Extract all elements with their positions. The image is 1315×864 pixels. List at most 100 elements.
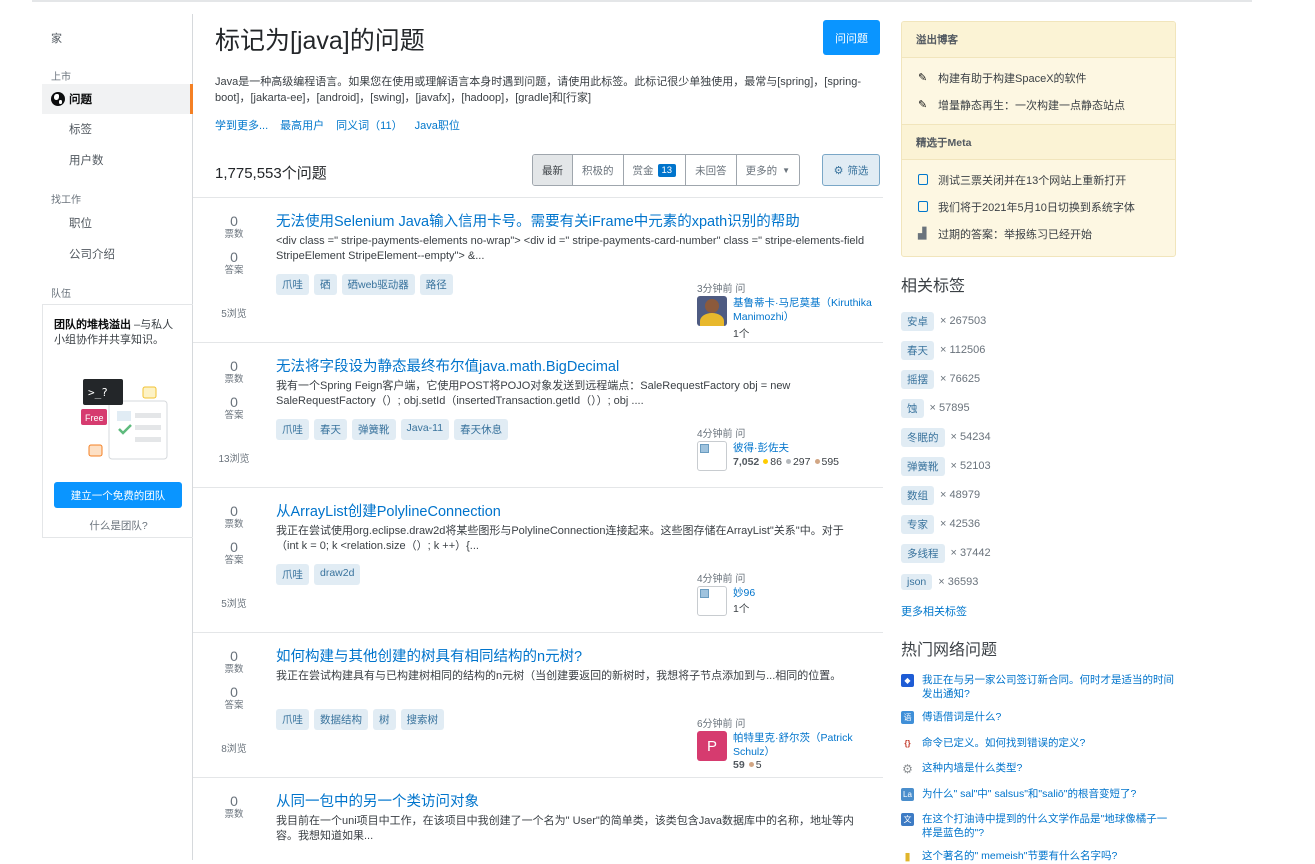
teams-promo-text: 团队的堆栈溢出 –与私人小组协作并共享知识。 (54, 318, 182, 348)
tag-link[interactable]: 爪哇 (276, 419, 309, 440)
question-title-link[interactable]: 如何构建与其他创建的树具有相同结构的n元树? (276, 645, 582, 666)
tab-more[interactable]: 更多的 ▼ (737, 155, 799, 185)
java-jobs-link[interactable]: Java职位 (415, 120, 460, 132)
tag-link[interactable]: 爪哇 (276, 564, 309, 585)
tag-link[interactable]: 爪哇 (276, 274, 309, 295)
tag-link[interactable]: 专家 (901, 514, 934, 534)
more-related-tags-link[interactable]: 更多相关标签 (901, 603, 967, 619)
vote-count: 0 (230, 648, 238, 664)
tag-link[interactable]: 数组 (901, 485, 934, 505)
nav-companies[interactable]: 公司介绍 (42, 239, 193, 269)
blog-header: 溢出博客 (902, 22, 1175, 58)
view-count: 5浏览 (221, 599, 247, 610)
hot-question-text: 这个著名的" memeish"节要有什么名字吗? (922, 850, 1118, 862)
related-tag-row: 弹簧靴 × 52103 (901, 456, 991, 476)
tag-link[interactable]: 多线程 (901, 543, 945, 563)
learn-more-link[interactable]: 学到更多... (215, 120, 268, 132)
filter-button[interactable]: ⚙ 筛选 (822, 154, 880, 186)
related-tag-row: 专家 × 42536 (901, 514, 980, 534)
tab-newest[interactable]: 最新 (533, 155, 573, 185)
question-title-link[interactable]: 无法使用Selenium Java输入信用卡号。需要有关iFrame中元素的xp… (276, 210, 800, 231)
tag-link[interactable]: 春天 (901, 340, 934, 360)
question-title-link[interactable]: 从同一包中的另一个类访问对象 (276, 790, 479, 811)
user-name-link[interactable]: 彼得·彭佐夫 (733, 441, 873, 455)
tag-link[interactable]: 冬眠的 (901, 427, 945, 447)
tag-link[interactable]: Java-11 (400, 419, 450, 440)
tab-bounty[interactable]: 赏金 13 (624, 155, 687, 185)
user-name-link[interactable]: 基鲁蒂卡·马尼莫基（Kiruthika Manimozhi） (733, 296, 873, 324)
site-icon: ▮ (901, 850, 914, 863)
hot-question-link[interactable]: 语傅语借词是什么? (901, 710, 1176, 724)
tag-count: × 76625 (940, 373, 981, 385)
create-team-button[interactable]: 建立一个免费的团队 (54, 482, 182, 508)
user-name-link[interactable]: 妙96 (733, 586, 873, 600)
question-title-link[interactable]: 从ArrayList创建PolylineConnection (276, 500, 501, 521)
tag-link[interactable]: 数据结构 (314, 709, 368, 730)
tag-description: Java是一种高级编程语言。如果您在使用或理解语言本身时遇到问题，请使用此标签。… (215, 76, 861, 104)
nav-section-jobs: 找工作 (51, 195, 81, 206)
tag-link[interactable]: 路径 (419, 274, 453, 295)
view-count: 8浏览 (221, 744, 247, 755)
silver-badge-count: 297 (792, 456, 811, 468)
tag-link[interactable]: 安卓 (901, 311, 934, 331)
avatar[interactable] (697, 586, 727, 616)
tag-link[interactable]: 硒web驱动器 (341, 274, 415, 295)
blog-item-label: 构建有助于构建SpaceX的软件 (938, 72, 1087, 85)
ask-question-button[interactable]: 问问题 (823, 20, 880, 55)
tag-link[interactable]: 春天休息 (454, 419, 509, 440)
hot-question-link[interactable]: ⚙ 这种内墙是什么类型? (901, 761, 1176, 776)
globe-icon (51, 92, 65, 106)
hot-question-link[interactable]: 文在这个打油诗中提到的什么文学作品是"地球像橘子一样是蓝色的"? (901, 812, 1176, 840)
tag-link[interactable]: 蚀 (901, 398, 924, 418)
nav-tags[interactable]: 标签 (42, 114, 193, 144)
site-icon: ⚙ (901, 761, 914, 776)
vote-count: 0 (230, 503, 238, 519)
related-tag-row: 多线程 × 37442 (901, 543, 991, 563)
hot-question-link[interactable]: La 为什么" sal"中" salsus"和"saliō"的根音变短了? (901, 787, 1176, 801)
meta-item[interactable]: 测试三票关闭并在13个网站上重新打开 (902, 166, 1175, 193)
meta-item[interactable]: ▟ 过期的答案：举报练习已经开始 (902, 220, 1175, 247)
tag-link[interactable]: 弹簧靴 (901, 456, 945, 476)
tab-unanswered[interactable]: 未回答 (686, 155, 737, 185)
tag-link[interactable]: 摇摆 (901, 369, 934, 389)
answer-label: 答案 (224, 410, 244, 421)
tag-link[interactable]: 弹簧靴 (352, 419, 396, 440)
hot-question-link[interactable]: ◆ 我正在与另一家公司签订新合同。何时才是适当的时间发出通知? (901, 673, 1176, 701)
tag-link[interactable]: 爪哇 (276, 709, 309, 730)
what-is-teams-link[interactable]: 什么是团队? (43, 518, 194, 533)
synonyms-link[interactable]: 同义词（11） (336, 120, 402, 132)
question-stats: 0 票数 0 答案 (193, 503, 275, 575)
tag-link[interactable]: 树 (373, 709, 396, 730)
tag-link[interactable]: 春天 (314, 419, 347, 440)
answer-label: 答案 (224, 700, 244, 711)
nav-jobs[interactable]: 职位 (42, 208, 193, 238)
user-reputation: 1个 (733, 328, 750, 340)
hot-question-link[interactable]: {} 命令已定义。如何找到错误的定义? (901, 736, 1176, 750)
view-count: 13浏览 (218, 454, 250, 465)
related-tag-row: 冬眠的 × 54234 (901, 427, 991, 447)
tag-count: × 54234 (950, 431, 991, 443)
tag-link[interactable]: draw2d (314, 564, 361, 585)
question-title-link[interactable]: 无法将字段设为静态最终布尔值java.math.BigDecimal (276, 355, 619, 376)
blog-item[interactable]: ✎ 增量静态再生：一次构建一点静态站点 (902, 91, 1175, 118)
tag-link[interactable]: json (901, 574, 933, 590)
nav-home[interactable]: 家 (51, 30, 62, 46)
nav-users[interactable]: 用户数 (42, 145, 193, 175)
answer-count: 0 (230, 394, 238, 410)
avatar[interactable] (697, 441, 727, 471)
nav-questions[interactable]: 问题 (42, 84, 193, 114)
avatar[interactable]: P (697, 731, 727, 761)
vote-label: 票数 (224, 229, 244, 240)
teams-promo-title: 团队的堆栈溢出 (54, 319, 131, 331)
vote-count: 0 (230, 358, 238, 374)
avatar[interactable] (697, 296, 727, 326)
tag-link[interactable]: 硒 (314, 274, 337, 295)
hot-question-link[interactable]: ▮ 这个著名的" memeish"节要有什么名字吗? (901, 849, 1176, 863)
user-name-link[interactable]: 帕特里克·舒尔茨（Patrick Schulz） (733, 731, 873, 759)
tab-active[interactable]: 积极的 (573, 155, 624, 185)
blog-item[interactable]: ✎ 构建有助于构建SpaceX的软件 (902, 64, 1175, 91)
reputation-score: 7,052 (733, 456, 760, 468)
top-users-link[interactable]: 最高用户 (280, 120, 324, 132)
tag-link[interactable]: 搜索树 (400, 709, 444, 730)
meta-item[interactable]: 我们将于2021年5月10日切换到系统字体 (902, 193, 1175, 220)
